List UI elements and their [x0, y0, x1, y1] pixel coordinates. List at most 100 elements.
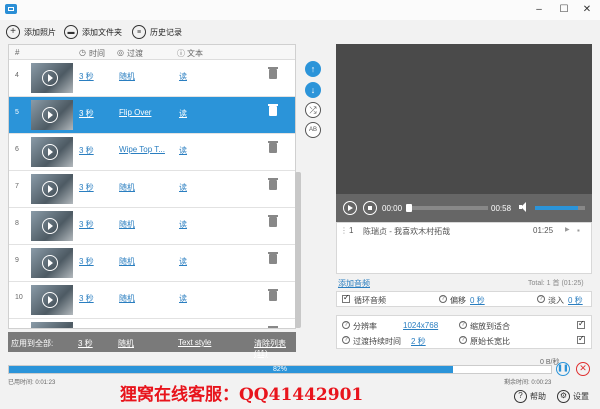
photo-thumbnail[interactable]	[31, 100, 73, 130]
trash-icon[interactable]	[268, 104, 278, 116]
row-transition[interactable]: 随机	[119, 293, 135, 304]
close-window-button[interactable]: ✕	[578, 2, 596, 18]
row-transition[interactable]: 随机	[119, 219, 135, 230]
shuffle-button[interactable]: ⤮	[305, 102, 321, 118]
ab-button[interactable]: AB	[305, 122, 321, 138]
trash-icon[interactable]	[268, 141, 278, 153]
row-text[interactable]: 读	[179, 182, 187, 193]
playlist-item[interactable]: ⋮ 1 陈瑞贞 - 我喜欢木村拓哉 01:25 ▶ ▪	[337, 226, 591, 238]
list-scrollbar[interactable]	[295, 172, 301, 328]
list-icon: ≡	[132, 25, 146, 39]
play-button[interactable]	[343, 201, 357, 215]
photo-thumbnail[interactable]	[31, 63, 73, 93]
trash-icon[interactable]	[268, 67, 278, 79]
table-row[interactable]: 10 3 秒 随机 读	[9, 282, 295, 319]
stop-icon	[367, 205, 372, 210]
table-row[interactable]: 4 3 秒 随机 读	[9, 60, 295, 97]
help-label: 帮助	[530, 392, 546, 401]
volume-fill	[535, 206, 578, 210]
header-time: 时间	[89, 49, 105, 58]
row-transition[interactable]: Wipe Top T...	[119, 145, 165, 154]
seek-track[interactable]	[408, 206, 488, 210]
stop-button[interactable]	[363, 201, 377, 215]
header-num: #	[15, 48, 20, 57]
settings-button[interactable]: ⚙ 设置	[557, 390, 589, 403]
resolution-value[interactable]: 1024x768	[403, 321, 438, 330]
add-photos-button[interactable]: + 添加照片	[6, 24, 56, 40]
arrow-down-icon: ↓	[310, 85, 316, 95]
table-row[interactable]: 8 3 秒 随机 读	[9, 208, 295, 245]
aspect-checkbox[interactable]	[577, 334, 585, 344]
row-transition[interactable]: Flip Over	[119, 108, 151, 117]
row-transition[interactable]: 随机	[119, 182, 135, 193]
row-time[interactable]: 3 秒	[79, 145, 94, 156]
duration-value[interactable]: 2 秒	[411, 336, 426, 347]
trash-icon[interactable]	[268, 326, 278, 328]
row-time[interactable]: 3 秒	[79, 71, 94, 82]
row-transition[interactable]: 随机	[119, 256, 135, 267]
table-row[interactable]: 9 3 秒 随机 读	[9, 245, 295, 282]
help-button[interactable]: ? 帮助	[514, 390, 546, 403]
history-button[interactable]: ≡ 历史记录	[132, 24, 182, 40]
row-text[interactable]: 读	[179, 145, 187, 156]
elapsed-time: 已用时间: 0:01:23	[8, 380, 56, 386]
row-time[interactable]: 3 秒	[79, 256, 94, 267]
photo-thumbnail[interactable]	[31, 174, 73, 204]
photo-thumbnail[interactable]	[31, 285, 73, 315]
trash-small-icon[interactable]: ▪	[577, 226, 580, 235]
minimize-button[interactable]: –	[530, 2, 548, 18]
play-small-icon[interactable]: ▶	[565, 226, 570, 233]
volume-icon[interactable]	[519, 202, 529, 212]
apply-all-text-style[interactable]: Text style	[178, 338, 211, 347]
row-text[interactable]: 读	[179, 293, 187, 304]
row-text[interactable]: 读	[179, 108, 187, 119]
current-time: 00:00	[382, 204, 403, 213]
row-num: 4	[15, 72, 19, 79]
photo-thumbnail[interactable]	[31, 248, 73, 278]
trash-icon[interactable]	[268, 289, 278, 301]
row-text[interactable]: 读	[179, 71, 187, 82]
play-icon	[42, 181, 58, 197]
offset-value[interactable]: 0 秒	[470, 295, 485, 306]
apply-all-transition[interactable]: 随机	[118, 338, 134, 349]
photo-thumbnail[interactable]	[31, 211, 73, 241]
move-down-button[interactable]: ↓	[305, 82, 321, 98]
photo-thumbnail[interactable]	[31, 322, 73, 328]
row-time[interactable]: 3 秒	[79, 219, 94, 230]
arrow-up-icon: ↑	[310, 64, 316, 74]
table-row[interactable]: 6 3 秒 Wipe Top T... 读	[9, 134, 295, 171]
fit-checkbox[interactable]	[577, 319, 585, 329]
clear-list-link[interactable]: 清除列表 (11)	[254, 338, 296, 358]
add-audio-link[interactable]: 添加音频	[338, 278, 370, 289]
move-up-button[interactable]: ↑	[305, 61, 321, 77]
maximize-button[interactable]: ☐	[555, 2, 573, 18]
row-text[interactable]: 读	[179, 256, 187, 267]
row-num: 8	[15, 220, 19, 227]
table-row[interactable]: 5 3 秒 Flip Over 读	[9, 97, 295, 134]
trash-icon[interactable]	[268, 252, 278, 264]
list-header: # ◷ 时间 ◎ 过渡 ⓘ 文本	[9, 45, 295, 60]
pause-button[interactable]: ❚❚	[556, 362, 570, 376]
fadein-value[interactable]: 0 秒	[568, 295, 583, 306]
apply-all-time[interactable]: 3 秒	[78, 338, 93, 349]
seek-handle[interactable]	[406, 204, 412, 212]
add-folder-button[interactable]: ▬ 添加文件夹	[64, 24, 122, 40]
loop-audio-checkbox[interactable]	[342, 293, 350, 303]
row-time[interactable]: 3 秒	[79, 182, 94, 193]
row-time[interactable]: 3 秒	[79, 108, 94, 119]
row-transition[interactable]: 随机	[119, 71, 135, 82]
header-text: 文本	[187, 49, 203, 58]
trash-icon[interactable]	[268, 178, 278, 190]
row-time[interactable]: 3 秒	[79, 293, 94, 304]
row-text[interactable]: 读	[179, 219, 187, 230]
table-row[interactable]: 113 秒随机读	[9, 319, 295, 328]
row-num: 7	[15, 183, 19, 190]
photo-thumbnail[interactable]	[31, 137, 73, 167]
cancel-button[interactable]: ✕	[576, 362, 590, 376]
trash-icon[interactable]	[268, 215, 278, 227]
ab-icon: AB	[308, 127, 317, 133]
overlay-text: 狸窝在线客服：QQ41442901	[120, 385, 364, 405]
help-resolution-icon: ?	[342, 321, 350, 329]
table-row[interactable]: 7 3 秒 随机 读	[9, 171, 295, 208]
video-preview	[336, 44, 592, 194]
